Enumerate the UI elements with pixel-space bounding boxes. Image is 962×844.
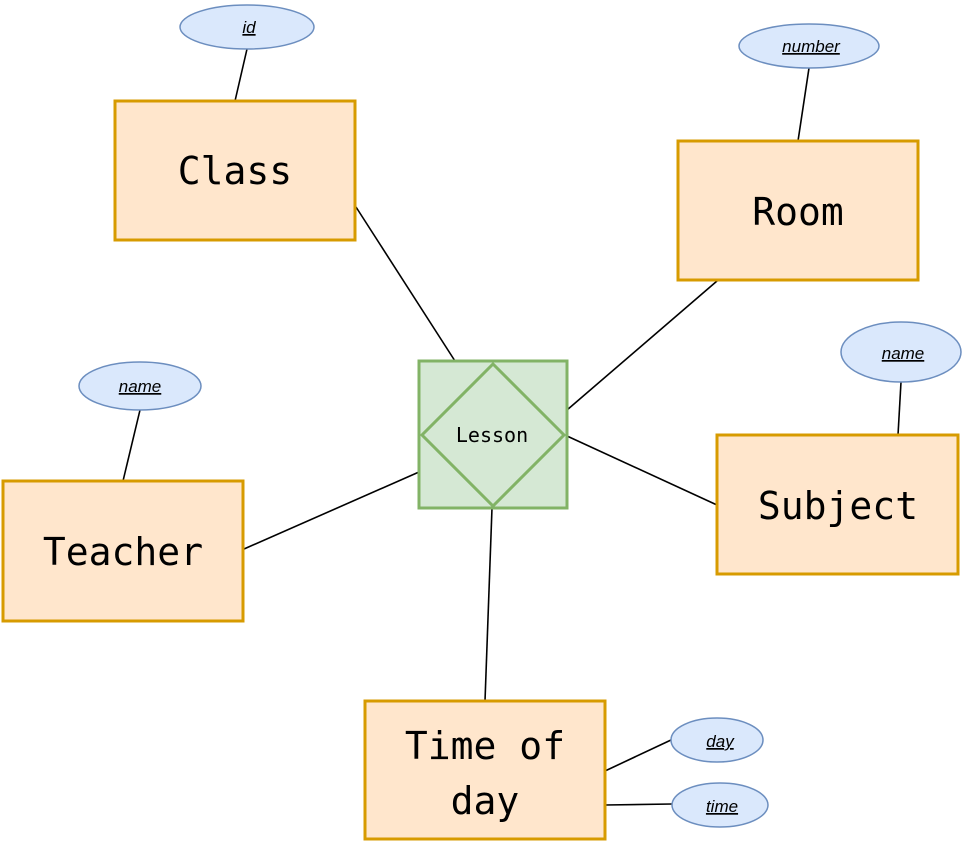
entity-label: Room	[752, 190, 844, 234]
attribute-class-id[interactable]: id	[179, 4, 315, 50]
entity-label-line-2: day	[451, 779, 520, 823]
entity-label-line-1: Time of	[405, 724, 565, 768]
entity-teacher[interactable]: Teacher	[1, 479, 245, 623]
entity-subject[interactable]: Subject	[715, 433, 960, 576]
edge-teacher-name	[122, 409, 141, 482]
entity-room[interactable]: Room	[676, 139, 920, 282]
entity-label: Teacher	[43, 530, 203, 574]
attribute-teacher-name[interactable]: name	[78, 361, 202, 411]
attribute-label: name	[119, 377, 162, 396]
edge-lesson-teacher	[243, 471, 420, 550]
attribute-label: name	[882, 344, 925, 363]
edge-tod-time	[604, 803, 673, 806]
attribute-tod-time[interactable]: time	[671, 782, 769, 828]
attribute-label: day	[706, 732, 735, 751]
entity-time-of-day[interactable]: Time of day	[363, 699, 607, 841]
attribute-label: number	[782, 37, 841, 56]
attribute-subject-name[interactable]: name	[840, 321, 962, 383]
attribute-label: time	[706, 797, 738, 816]
attribute-label: id	[242, 18, 256, 37]
er-diagram-canvas: Lesson Class id Room number Teacher name	[0, 0, 962, 844]
edge-tod-day	[604, 739, 672, 772]
er-diagram: Lesson Class id Room number Teacher name	[1, 4, 962, 841]
edge-subject-name	[897, 381, 902, 436]
edge-lesson-time-of-day	[484, 507, 493, 702]
edge-lesson-class	[355, 206, 456, 362]
attribute-tod-day[interactable]: day	[670, 717, 764, 763]
entity-label: Class	[178, 149, 292, 193]
attribute-room-number[interactable]: number	[738, 23, 880, 69]
entity-label: Subject	[758, 484, 918, 528]
relationship-label: Lesson	[456, 423, 528, 447]
relationship-lesson[interactable]: Lesson	[417, 359, 569, 510]
edge-lesson-subject	[566, 435, 718, 506]
edge-class-id	[234, 48, 248, 102]
edge-lesson-room	[566, 280, 718, 411]
edge-room-number	[797, 67, 810, 142]
entity-class[interactable]: Class	[113, 99, 357, 242]
